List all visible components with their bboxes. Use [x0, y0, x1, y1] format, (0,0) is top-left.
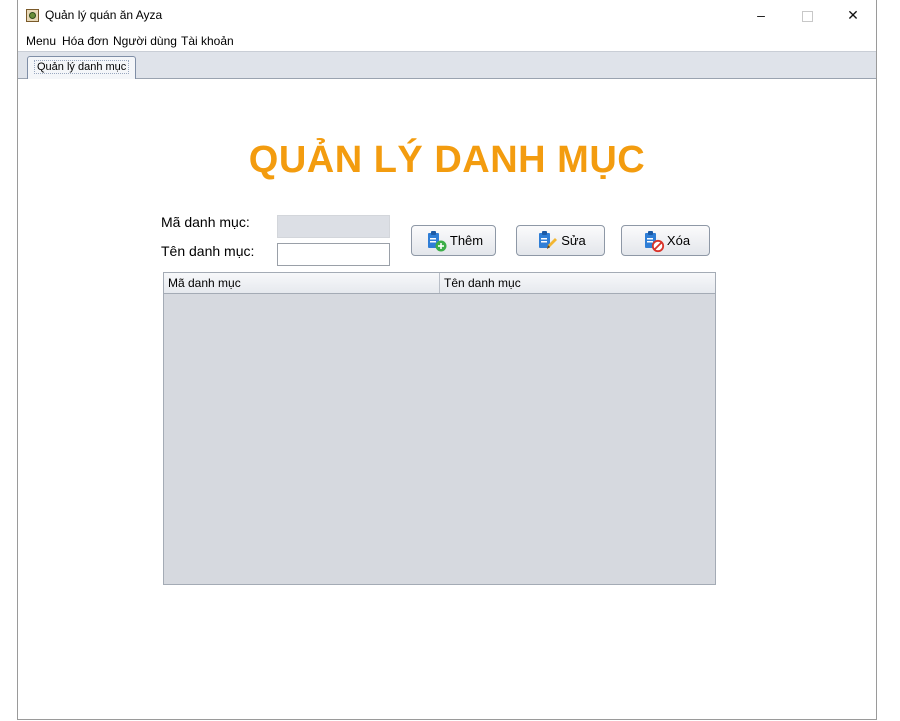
category-id-label: Mã danh mục: [161, 214, 250, 230]
column-header-category-name[interactable]: Tên danh mục [440, 273, 716, 293]
column-header-category-id[interactable]: Mã danh mục [164, 273, 440, 293]
delete-button-label: Xóa [666, 233, 691, 248]
tab-strip: Quản lý danh mục [18, 51, 876, 79]
category-id-field[interactable] [277, 215, 390, 238]
title-bar: Quản lý quán ăn Ayza – ✕ [18, 0, 876, 31]
page-title: QUẢN LÝ DANH MỤC [248, 139, 646, 181]
category-name-label: Tên danh mục: [161, 243, 255, 259]
menu-item-menu[interactable]: Menu [26, 34, 56, 48]
edit-button-label: Sửa [561, 233, 586, 248]
clipboard-edit-icon [539, 230, 558, 249]
category-name-field[interactable] [277, 243, 390, 266]
menu-item-invoices[interactable]: Hóa đơn [62, 34, 109, 48]
table-header: Mã danh mục Tên danh mục [164, 273, 715, 294]
menu-bar: Menu Hóa đơn Người dùng Tài khoản [18, 31, 876, 51]
tab-label: Quản lý danh mục [34, 60, 130, 74]
menu-item-users[interactable]: Người dùng [113, 34, 177, 48]
close-button[interactable]: ✕ [830, 0, 876, 31]
app-window: Quản lý quán ăn Ayza – ✕ Menu Hóa đơn Ng… [17, 0, 877, 720]
maximize-button[interactable] [784, 0, 830, 31]
add-button[interactable]: Thêm [411, 225, 496, 256]
add-button-label: Thêm [449, 233, 484, 248]
delete-button[interactable]: Xóa [621, 225, 710, 256]
app-logo-icon [26, 9, 39, 22]
edit-button[interactable]: Sửa [516, 225, 605, 256]
tab-category-management[interactable]: Quản lý danh mục [27, 56, 137, 79]
clipboard-delete-icon [644, 230, 665, 252]
clipboard-add-icon [427, 230, 447, 251]
category-table[interactable]: Mã danh mục Tên danh mục [163, 272, 716, 585]
minimize-button[interactable]: – [738, 0, 784, 31]
menu-item-account[interactable]: Tài khoản [181, 34, 234, 48]
maximize-icon [801, 10, 813, 22]
window-title: Quản lý quán ăn Ayza [45, 8, 163, 22]
category-panel: QUẢN LÝ DANH MỤC Mã danh mục: Tên danh m… [18, 79, 876, 719]
